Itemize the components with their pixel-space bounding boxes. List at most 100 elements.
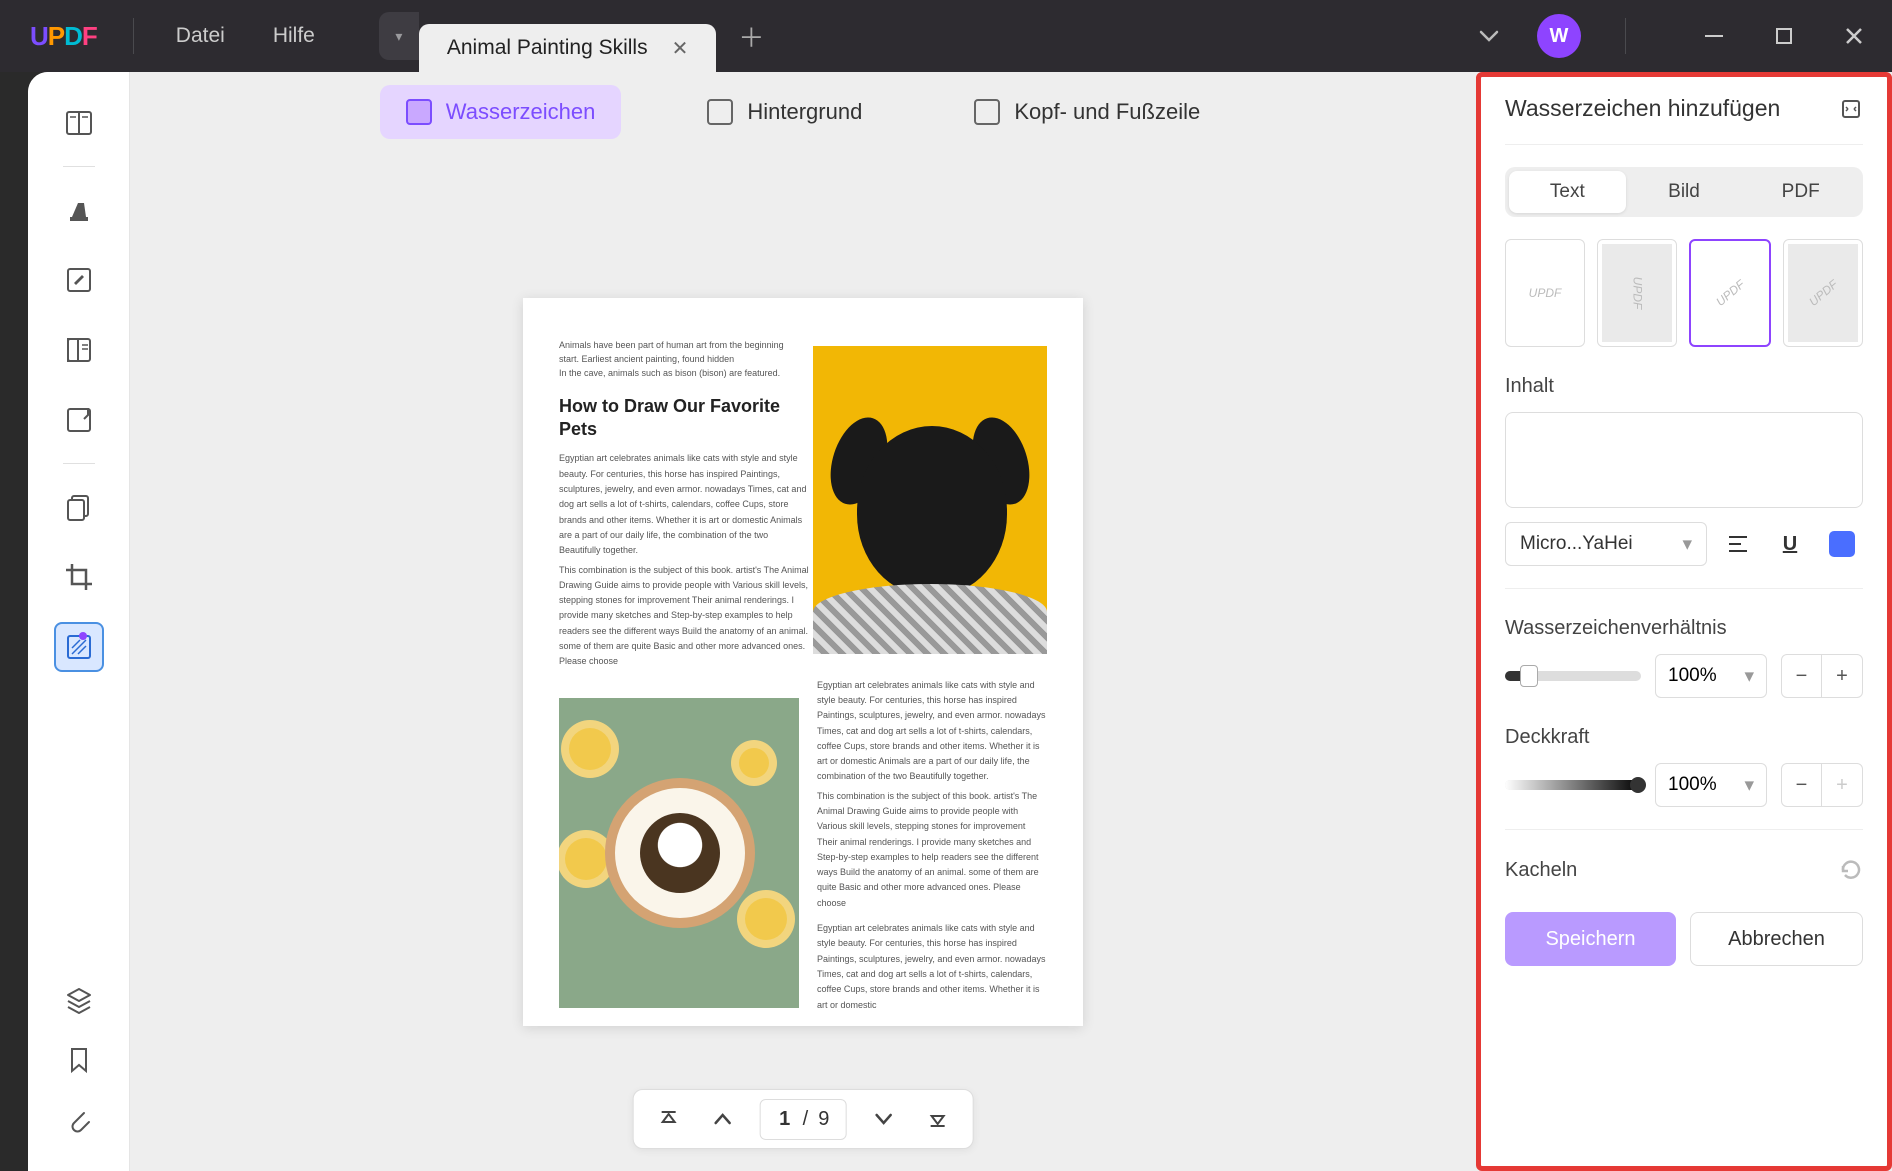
chevron-down-icon: ▾ — [1744, 665, 1754, 688]
header-footer-tab-icon — [974, 99, 1000, 125]
document-tab[interactable]: Animal Painting Skills ✕ — [419, 24, 717, 72]
preset-3[interactable]: UPDF — [1689, 239, 1771, 347]
app-logo: UPDF — [12, 21, 115, 52]
panel-title: Wasserzeichen hinzufügen — [1505, 95, 1780, 122]
opacity-decrease-button[interactable]: − — [1782, 764, 1822, 806]
tool-watermark-icon[interactable] — [54, 622, 104, 672]
opacity-value: 100% — [1668, 774, 1717, 796]
tab-label: Hintergrund — [747, 99, 862, 125]
tool-organize-icon[interactable] — [54, 325, 104, 375]
opacity-stepper: − + — [1781, 763, 1863, 807]
tab-label: Wasserzeichen — [446, 99, 596, 125]
tab-dropdown[interactable]: ▾ — [379, 12, 419, 60]
opacity-slider[interactable] — [1505, 780, 1641, 790]
watermark-type-tabs: Text Bild PDF — [1505, 167, 1863, 217]
background-tab-icon — [707, 99, 733, 125]
reset-icon[interactable] — [1839, 858, 1863, 882]
ratio-decrease-button[interactable]: − — [1782, 655, 1822, 697]
window-minimize-button[interactable] — [1688, 14, 1740, 58]
save-button[interactable]: Speichern — [1505, 912, 1676, 966]
total-pages: 9 — [818, 1108, 829, 1131]
cancel-button[interactable]: Abbrechen — [1690, 912, 1863, 966]
ratio-slider[interactable] — [1505, 671, 1641, 681]
window-close-button[interactable] — [1828, 14, 1880, 58]
doc-text: Animals have been part of human art from… — [559, 338, 809, 352]
preset-1[interactable]: UPDF — [1505, 239, 1585, 347]
opacity-increase-button[interactable]: + — [1822, 764, 1862, 806]
tool-highlight-icon[interactable] — [54, 185, 104, 235]
tool-layers-icon[interactable] — [54, 975, 104, 1025]
separator — [63, 463, 95, 464]
ratio-value: 100% — [1668, 665, 1717, 687]
page-tools-tabs: Wasserzeichen Hintergrund Kopf- und Fußz… — [130, 72, 1476, 152]
doc-text: start. Earliest ancient painting, found … — [559, 352, 809, 366]
tab-label: Kopf- und Fußzeile — [1014, 99, 1200, 125]
menu-help[interactable]: Hilfe — [249, 24, 339, 48]
active-indicator — [79, 632, 87, 640]
type-tab-image[interactable]: Bild — [1626, 171, 1743, 213]
tool-reader-icon[interactable] — [54, 98, 104, 148]
document-page: Animals have been part of human art from… — [523, 298, 1083, 1026]
ratio-value-select[interactable]: 100% ▾ — [1655, 654, 1767, 698]
document-image-pug — [813, 346, 1047, 654]
doc-text: In the cave, animals such as bison (biso… — [559, 366, 809, 380]
tool-pages-icon[interactable] — [54, 482, 104, 532]
tool-bookmark-icon[interactable] — [54, 1035, 104, 1085]
watermark-content-input[interactable] — [1505, 412, 1863, 508]
align-button[interactable] — [1717, 523, 1759, 565]
doc-heading: How to Draw Our Favorite Pets — [559, 395, 809, 442]
tab-background[interactable]: Hintergrund — [681, 85, 888, 139]
opacity-value-select[interactable]: 100% ▾ — [1655, 763, 1767, 807]
tool-edit-icon[interactable] — [54, 255, 104, 305]
page-separator: / — [803, 1108, 809, 1131]
window-maximize-button[interactable] — [1758, 14, 1810, 58]
preset-2[interactable]: UPDF — [1597, 239, 1677, 347]
document-area: Wasserzeichen Hintergrund Kopf- und Fußz… — [130, 72, 1476, 1171]
color-swatch — [1829, 531, 1855, 557]
doc-text: Egyptian art celebrates animals like cat… — [559, 451, 809, 558]
type-tab-text[interactable]: Text — [1509, 171, 1626, 213]
ratio-stepper: − + — [1781, 654, 1863, 698]
doc-text: Egyptian art celebrates animals like cat… — [817, 678, 1047, 785]
tile-label: Kacheln — [1505, 859, 1577, 882]
watermark-panel: Wasserzeichen hinzufügen Text Bild PDF U… — [1476, 72, 1892, 1171]
watermark-presets: UPDF UPDF UPDF UPDF — [1505, 239, 1863, 347]
tab-watermark[interactable]: Wasserzeichen — [380, 85, 622, 139]
tab-close-icon[interactable]: ✕ — [672, 36, 689, 61]
type-tab-pdf[interactable]: PDF — [1742, 171, 1859, 213]
divider — [1625, 18, 1626, 54]
font-name: Micro...YaHei — [1520, 533, 1633, 555]
content-label: Inhalt — [1505, 375, 1863, 398]
preset-4[interactable]: UPDF — [1783, 239, 1863, 347]
tool-form-icon[interactable] — [54, 395, 104, 445]
document-viewport[interactable]: Animals have been part of human art from… — [130, 152, 1476, 1171]
underline-button[interactable]: U — [1769, 523, 1811, 565]
ratio-label: Wasserzeichenverhältnis — [1505, 617, 1863, 640]
doc-text: This combination is the subject of this … — [559, 563, 809, 670]
user-avatar[interactable]: W — [1537, 14, 1581, 58]
tool-crop-icon[interactable] — [54, 552, 104, 602]
current-page: 1 — [777, 1108, 793, 1131]
tool-attachment-icon[interactable] — [54, 1095, 104, 1145]
last-page-button[interactable] — [910, 1095, 964, 1143]
prev-page-button[interactable] — [696, 1095, 750, 1143]
text-color-button[interactable] — [1821, 523, 1863, 565]
panel-expand-icon[interactable] — [1839, 97, 1863, 121]
ratio-increase-button[interactable]: + — [1822, 655, 1862, 697]
divider — [133, 18, 134, 54]
page-input[interactable]: 1 / 9 — [760, 1099, 847, 1140]
doc-text: Egyptian art celebrates animals like cat… — [817, 921, 1047, 1013]
first-page-button[interactable] — [642, 1095, 696, 1143]
tab-header-footer[interactable]: Kopf- und Fußzeile — [948, 85, 1226, 139]
doc-text: This combination is the subject of this … — [817, 789, 1047, 911]
next-page-button[interactable] — [856, 1095, 910, 1143]
font-select[interactable]: Micro...YaHei ▾ — [1505, 522, 1707, 566]
document-image-embroidery — [559, 698, 799, 1008]
titlebar: UPDF Datei Hilfe ▾ Animal Painting Skill… — [0, 0, 1892, 72]
separator — [63, 166, 95, 167]
page-navigator: 1 / 9 — [633, 1089, 974, 1149]
chevron-down-icon: ▾ — [1682, 533, 1692, 556]
menu-file[interactable]: Datei — [152, 24, 249, 48]
tab-add-button[interactable]: ＋ — [738, 18, 764, 55]
chevron-down-icon[interactable] — [1467, 14, 1511, 58]
